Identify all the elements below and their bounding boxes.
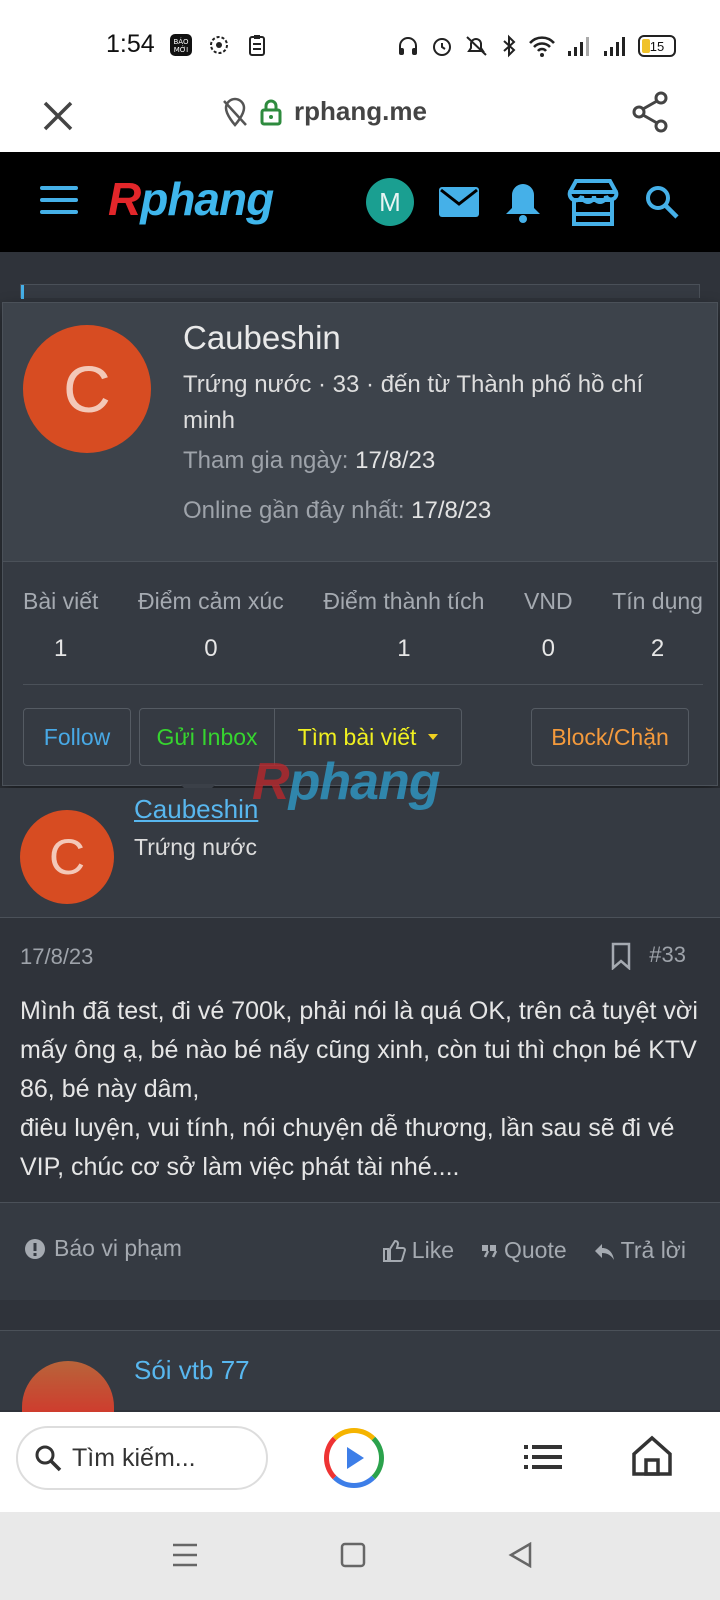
profile-title-line: Trứng nước · 33 · đến từ Thành phố hồ ch… bbox=[183, 371, 644, 434]
post-date[interactable]: 17/8/23 bbox=[20, 944, 93, 970]
back-icon[interactable] bbox=[508, 1542, 534, 1568]
lock-icon bbox=[260, 99, 282, 125]
member-tooltip-card: C Caubeshin Trứng nước · 33 · đến từ Thà… bbox=[2, 302, 718, 786]
clipboard-icon bbox=[244, 32, 270, 58]
battery-indicator: 15 bbox=[638, 35, 676, 57]
author-avatar[interactable]: C bbox=[20, 810, 114, 904]
status-bar: 1:54 BÁO MỚI 15 bbox=[0, 0, 720, 80]
status-time: 1:54 bbox=[106, 30, 155, 58]
search-icon[interactable] bbox=[644, 184, 680, 220]
next-post-author: Sói vtb 77 bbox=[0, 1330, 720, 1421]
mail-icon[interactable] bbox=[438, 186, 480, 218]
search-input[interactable]: Tìm kiếm... bbox=[16, 1426, 268, 1490]
follow-button[interactable]: Follow bbox=[23, 708, 131, 766]
alarm-icon bbox=[433, 38, 451, 56]
url-text: rphang.me bbox=[294, 96, 427, 126]
profile-stats: Bài viết 1 Điểm cảm xúc 0 Điểm thành tích 1… bbox=[23, 588, 703, 663]
report-link[interactable]: Báo vi phạm bbox=[24, 1235, 182, 1262]
search-icon bbox=[35, 1445, 62, 1472]
home-icon[interactable] bbox=[630, 1434, 674, 1478]
menu-icon[interactable] bbox=[40, 186, 78, 216]
like-button[interactable]: Like bbox=[382, 1237, 454, 1264]
caret-down-icon bbox=[428, 734, 439, 740]
post-number[interactable]: #33 bbox=[649, 942, 686, 968]
home-square-icon[interactable] bbox=[340, 1542, 366, 1568]
site-logo[interactable]: Rphang bbox=[108, 172, 274, 226]
bookmark-icon[interactable] bbox=[610, 942, 632, 970]
close-icon[interactable] bbox=[40, 98, 76, 134]
site-header: Rphang M bbox=[0, 152, 720, 252]
wifi-icon bbox=[529, 36, 555, 57]
profile-last-online: Online gần đây nhất: 17/8/23 bbox=[183, 497, 492, 524]
play-icon[interactable] bbox=[324, 1428, 384, 1488]
author-name-link[interactable]: Sói vtb 77 bbox=[134, 1355, 250, 1386]
stat-credit: Tín dụng 2 bbox=[612, 588, 703, 662]
stat-posts: Bài viết 1 bbox=[23, 588, 99, 662]
profile-joined: Tham gia ngày: 17/8/23 bbox=[183, 447, 436, 474]
block-button[interactable]: Block/Chặn bbox=[531, 708, 689, 766]
user-avatar[interactable]: M bbox=[366, 178, 414, 226]
bluetooth-icon bbox=[503, 34, 516, 58]
signal-icon bbox=[568, 37, 589, 56]
stat-vnd: VND 0 bbox=[524, 588, 573, 662]
divider bbox=[23, 684, 703, 685]
author-name-link[interactable]: Caubeshin bbox=[134, 794, 258, 825]
list-icon[interactable] bbox=[524, 1442, 562, 1472]
quote-icon bbox=[482, 1244, 498, 1258]
post-body: Mình đã test, đi vé 700k, phải nói là qu… bbox=[20, 997, 698, 1181]
mute-icon bbox=[466, 36, 487, 56]
notice-strip bbox=[20, 284, 700, 299]
watermark-logo: Rphang bbox=[252, 753, 441, 811]
system-nav-bar bbox=[0, 1512, 720, 1600]
browser-bottom-bar: Tìm kiếm... bbox=[0, 1412, 720, 1512]
bell-icon[interactable] bbox=[504, 181, 542, 223]
svg-text:BÁO: BÁO bbox=[174, 37, 189, 46]
alert-circle-icon bbox=[25, 1238, 45, 1259]
thumbs-up-icon bbox=[382, 1239, 406, 1262]
recents-menu-icon[interactable] bbox=[172, 1542, 198, 1568]
bao-moi-icon: BÁO MỚI bbox=[168, 32, 194, 58]
post-content: 17/8/23 #33 Mình đã test, đi vé 700k, ph… bbox=[0, 918, 720, 1302]
url-host[interactable]: rphang.me bbox=[222, 96, 427, 127]
svg-text:MỚI: MỚI bbox=[174, 45, 189, 54]
browser-url-bar: rphang.me bbox=[0, 80, 720, 152]
signal-icon bbox=[604, 37, 625, 56]
store-icon[interactable] bbox=[566, 178, 620, 226]
author-title: Trứng nước bbox=[134, 834, 257, 860]
post-actions: Báo vi phạm Like Quote Trả lời bbox=[0, 1202, 720, 1300]
headphones-icon bbox=[399, 37, 417, 55]
stat-trophies: Điểm thành tích 1 bbox=[323, 588, 485, 662]
quote-button[interactable]: Quote bbox=[480, 1237, 567, 1264]
location-off-icon bbox=[223, 97, 247, 127]
settings-circle-icon bbox=[206, 32, 232, 58]
stat-reactions: Điểm cảm xúc 0 bbox=[138, 588, 284, 662]
profile-username[interactable]: Caubeshin bbox=[183, 319, 341, 357]
reply-icon bbox=[594, 1243, 614, 1260]
share-icon[interactable] bbox=[630, 90, 670, 134]
profile-avatar[interactable]: C bbox=[23, 325, 151, 453]
reply-button[interactable]: Trả lời bbox=[593, 1237, 686, 1264]
